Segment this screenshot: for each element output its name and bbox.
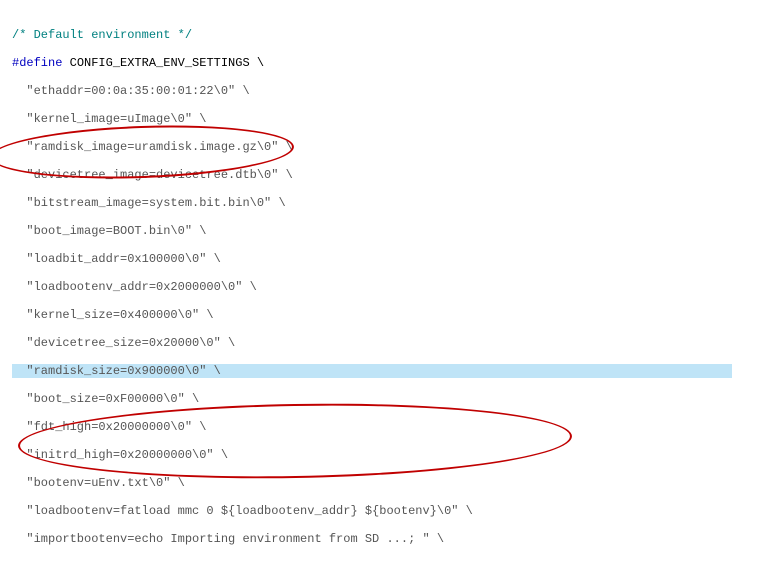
code-line: "boot_size=0xF00000\0" \ (12, 392, 777, 406)
code-line: "bootenv=uEnv.txt\0" \ (12, 476, 777, 490)
annotation-ellipse-qspi (17, 399, 572, 483)
code-line: "boot_image=BOOT.bin\0" \ (12, 224, 777, 238)
code-line: "devicetree_image=devicetree.dtb\0" \ (12, 168, 777, 182)
code-line-kernel-size: "kernel_size=0x400000\0" \ (12, 308, 777, 322)
code-line-comment: /* Default environment */ (12, 28, 777, 42)
code-line: "kernel_image=uImage\0" \ (12, 112, 777, 126)
define-identifier: CONFIG_EXTRA_ENV_SETTINGS \ (62, 56, 264, 70)
preprocessor-keyword: #define (12, 56, 62, 70)
code-line: "bitstream_image=system.bit.bin\0" \ (12, 196, 777, 210)
code-line: "ethaddr=00:0a:35:00:01:22\0" \ (12, 84, 777, 98)
code-line: "ramdisk_image=uramdisk.image.gz\0" \ (12, 140, 777, 154)
code-line: "loadbootenv_addr=0x2000000\0" \ (12, 280, 777, 294)
code-block: /* Default environment */ #define CONFIG… (0, 0, 777, 561)
code-line: "initrd_high=0x20000000\0" \ (12, 448, 777, 462)
code-line-devicetree-size: "devicetree_size=0x20000\0" \ (12, 336, 777, 350)
code-line: "fdt_high=0x20000000\0" \ (12, 420, 777, 434)
code-line-ramdisk-size-highlighted: "ramdisk_size=0x900000\0" \ (12, 364, 777, 378)
code-line: "importbootenv=echo Importing environmen… (12, 532, 777, 546)
code-line-define: #define CONFIG_EXTRA_ENV_SETTINGS \ (12, 56, 777, 70)
highlighted-text: "ramdisk_size=0x900000\0" \ (12, 364, 732, 378)
code-line: "loadbit_addr=0x100000\0" \ (12, 252, 777, 266)
code-line: "loadbootenv=fatload mmc 0 ${loadbootenv… (12, 504, 777, 518)
